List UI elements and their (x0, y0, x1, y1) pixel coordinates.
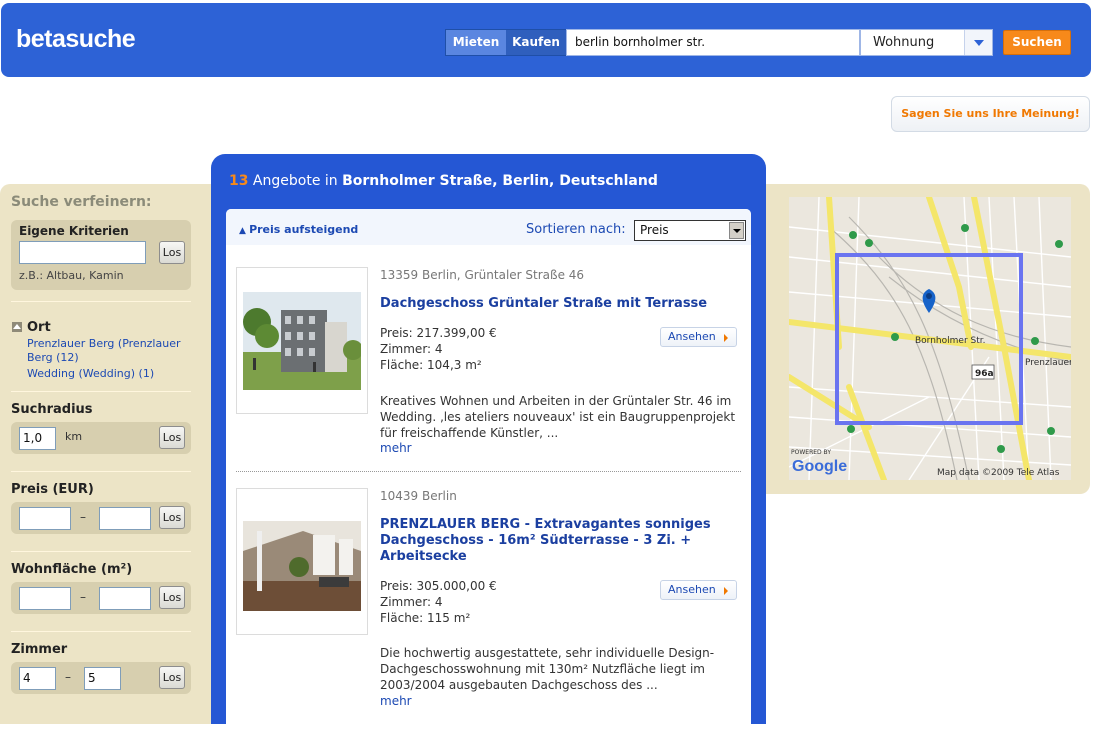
interior-photo (243, 521, 361, 611)
arrow-right-icon (724, 587, 728, 595)
refine-title: Suche verfeinern: (11, 194, 152, 210)
property-type-value: Wohnung (873, 35, 935, 50)
sort-ascending-label: Preis aufsteigend (249, 223, 359, 236)
google-logo: Google (792, 458, 847, 475)
listing-area: Fläche: 115 m² (380, 611, 471, 625)
ort-link-wedding[interactable]: Wedding (Wedding) (1) (27, 367, 154, 381)
listing-description: Die hochwertig ausgestattete, sehr indiv… (380, 646, 715, 692)
sort-value: Preis (640, 223, 669, 237)
listing-rooms: Zimmer: 4 (380, 595, 443, 609)
listing-price: Preis: 217.399,00 € (380, 326, 497, 340)
range-dash: – (80, 590, 86, 604)
price-from-input[interactable] (19, 507, 71, 530)
ort-link-prenzlauer-berg[interactable]: Prenzlauer Berg (Prenzlauer Berg (12) (27, 337, 197, 365)
more-link[interactable]: mehr (380, 694, 412, 708)
divider (11, 471, 191, 472)
street-map: 96a Bornholmer Str. Prenzlauer Berg Map … (789, 197, 1071, 480)
divider (11, 551, 191, 552)
listing-address: 10439 Berlin (380, 489, 457, 503)
triangle-up-icon: ▲ (239, 226, 250, 236)
results-panel: 13 Angebote in Bornholmer Straße, Berlin… (211, 154, 766, 729)
radius-label: Suchradius (11, 402, 93, 417)
radius-go-button[interactable]: Los (159, 426, 185, 449)
custom-criteria-box: Eigene Kriterien Los z.B.: Altbau, Kamin (11, 220, 191, 290)
area-row: – Los (11, 582, 191, 614)
area-from-input[interactable] (19, 587, 71, 610)
price-to-input[interactable] (99, 507, 151, 530)
sort-label: Sortieren nach: (526, 222, 626, 237)
rooms-from-input[interactable]: 4 (19, 667, 56, 690)
radius-unit: km (65, 430, 83, 443)
listing-rooms: Zimmer: 4 (380, 342, 443, 356)
divider (11, 391, 191, 392)
listing-title[interactable]: Dachgeschoss Grüntaler Straße mit Terras… (380, 296, 740, 312)
map-label-prenzlauer-berg: Prenzlauer Berg (1025, 358, 1071, 368)
map-label-bornholmer: Bornholmer Str. (915, 336, 985, 346)
chevron-down-icon[interactable] (964, 30, 992, 55)
radius-row: 1,0 km Los (11, 422, 191, 454)
radius-input[interactable]: 1,0 (19, 427, 56, 450)
collapse-icon[interactable] (12, 322, 22, 332)
view-button[interactable]: Ansehen (660, 580, 737, 600)
price-row: – Los (11, 502, 191, 534)
map-panel: 96a Bornholmer Str. Prenzlauer Berg Map … (766, 184, 1090, 494)
results-list: ▲ Preis aufsteigend Sortieren nach: Prei… (226, 209, 751, 729)
area-to-input[interactable] (99, 587, 151, 610)
listing-title[interactable]: PRENZLAUER BERG - Extravagantes sonniges… (380, 517, 740, 565)
tab-mieten[interactable]: Mieten (446, 30, 506, 55)
price-go-button[interactable]: Los (159, 506, 185, 529)
chevron-down-icon[interactable] (729, 222, 744, 239)
custom-criteria-hint: z.B.: Altbau, Kamin (19, 269, 124, 282)
listing-thumbnail[interactable] (236, 267, 368, 414)
listing-thumbnail[interactable] (236, 488, 368, 635)
site-logo[interactable]: betasuche (16, 25, 136, 54)
area-go-button[interactable]: Los (159, 586, 185, 609)
rooms-row: 4 – 5 Los (11, 662, 191, 694)
search-button[interactable]: Suchen (1003, 30, 1071, 55)
location-search-input[interactable]: berlin bornholmer str. (566, 29, 860, 56)
more-link[interactable]: mehr (380, 441, 412, 455)
arrow-right-icon (724, 334, 728, 342)
custom-criteria-input[interactable] (19, 241, 146, 264)
listing-address: 13359 Berlin, Grüntaler Straße 46 (380, 268, 585, 282)
refine-sidebar: Suche verfeinern: Eigene Kriterien Los z… (0, 184, 211, 724)
top-header: betasuche Mieten Kaufen berlin bornholme… (1, 3, 1091, 77)
custom-criteria-label: Eigene Kriterien (19, 224, 129, 238)
divider (11, 301, 191, 302)
ort-label: Ort (27, 320, 51, 335)
map-powered-by: POWERED BY (791, 449, 831, 456)
rooms-label: Zimmer (11, 642, 68, 657)
listing-price: Preis: 305.000,00 € (380, 579, 497, 593)
building-photo (243, 292, 361, 390)
map-view[interactable]: 96a Bornholmer Str. Prenzlauer Berg Map … (789, 197, 1071, 480)
svg-text:96a: 96a (975, 369, 994, 379)
rooms-to-input[interactable]: 5 (84, 667, 121, 690)
listing-description: Kreatives Wohnen und Arbeiten in der Grü… (380, 394, 736, 440)
results-heading-text: Angebote in (248, 173, 343, 189)
feedback-button[interactable]: Sagen Sie uns Ihre Meinung! (891, 96, 1090, 132)
results-count: 13 (229, 173, 249, 189)
sort-select[interactable]: Preis (634, 220, 746, 241)
range-dash: – (80, 510, 86, 524)
view-button-label: Ansehen (668, 330, 716, 343)
view-button[interactable]: Ansehen (660, 327, 737, 347)
area-label: Wohnfläche (m²) (11, 562, 133, 577)
map-attribution: Map data ©2009 Tele Atlas (937, 468, 1060, 478)
property-type-select[interactable]: Wohnung (860, 29, 993, 56)
divider (11, 631, 191, 632)
range-dash: – (65, 670, 71, 684)
listing-area: Fläche: 104,3 m² (380, 358, 482, 372)
view-button-label: Ansehen (668, 583, 716, 596)
tab-kaufen[interactable]: Kaufen (506, 30, 566, 55)
custom-criteria-go-button[interactable]: Los (159, 241, 185, 264)
sort-bar: ▲ Preis aufsteigend Sortieren nach: Prei… (226, 209, 751, 245)
mode-toggle: Mieten Kaufen (445, 29, 567, 56)
sort-ascending-link[interactable]: ▲ Preis aufsteigend (239, 223, 358, 236)
results-location: Bornholmer Straße, Berlin, Deutschland (342, 173, 658, 189)
price-label: Preis (EUR) (11, 482, 94, 497)
rooms-go-button[interactable]: Los (159, 666, 185, 689)
results-heading: 13 Angebote in Bornholmer Straße, Berlin… (229, 173, 658, 189)
divider (236, 471, 741, 472)
